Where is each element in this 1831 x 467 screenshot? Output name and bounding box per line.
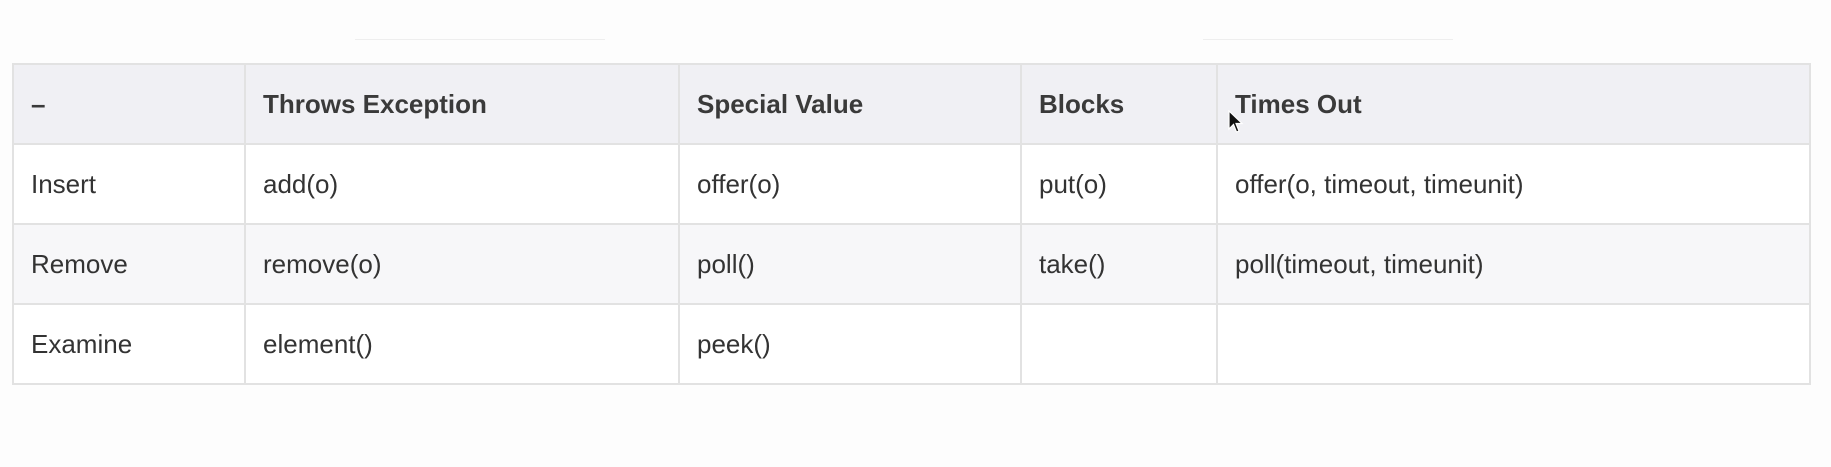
divider [355,39,605,40]
table-cell: element() [244,303,680,385]
header-cell-times-out: Times Out [1216,63,1811,145]
table-cell: poll(timeout, timeunit) [1216,223,1811,305]
table-cell: poll() [678,223,1022,305]
header-cell-operation: – [12,63,246,145]
table-cell [1020,303,1218,385]
table-cell: put(o) [1020,143,1218,225]
queue-methods-table: – Throws Exception Special Value Blocks … [12,63,1811,385]
table-cell: remove(o) [244,223,680,305]
table-cell: offer(o) [678,143,1022,225]
header-cell-blocks: Blocks [1020,63,1218,145]
table-header-row: – Throws Exception Special Value Blocks … [12,63,1811,145]
table-cell: offer(o, timeout, timeunit) [1216,143,1811,225]
table-row-remove: Remove remove(o) poll() take() poll(time… [12,223,1811,305]
table-cell: Insert [12,143,246,225]
table-row-examine: Examine element() peek() [12,303,1811,385]
table-cell: add(o) [244,143,680,225]
header-cell-special-value: Special Value [678,63,1022,145]
table-row-insert: Insert add(o) offer(o) put(o) offer(o, t… [12,143,1811,225]
table-cell: Remove [12,223,246,305]
divider [1203,39,1453,40]
table-cell: Examine [12,303,246,385]
table-cell [1216,303,1811,385]
mouse-pointer-icon [1228,110,1244,133]
header-cell-throws-exception: Throws Exception [244,63,680,145]
table-cell: take() [1020,223,1218,305]
table-cell: peek() [678,303,1022,385]
page: – Throws Exception Special Value Blocks … [0,0,1831,467]
